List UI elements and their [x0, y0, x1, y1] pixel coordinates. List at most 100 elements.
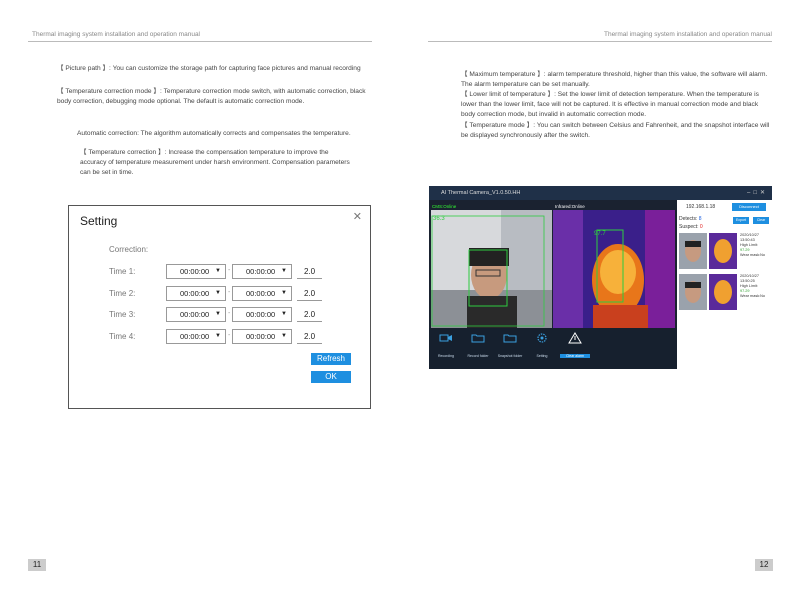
ok-button[interactable]: OK: [311, 371, 351, 383]
header-divider-left: [28, 41, 372, 42]
start-time-select[interactable]: 00:00:00 ▼: [166, 264, 226, 279]
header-left: Thermal imaging system installation and …: [32, 31, 201, 38]
folder-icon: [471, 334, 485, 343]
setting-dialog: Setting ✕ Correction: Time 1: 00:00:00 ▼ …: [68, 205, 371, 409]
header-right: Thermal imaging system installation and …: [603, 31, 772, 38]
close-icon[interactable]: ✕: [760, 190, 768, 196]
correction-mode-paragraph: 【 Temperature correction mode 】: Tempera…: [57, 88, 366, 105]
ip-address: 192.168.1.18: [686, 204, 716, 210]
disconnect-button[interactable]: Disconnect: [732, 203, 766, 211]
capture-details: 2020/10/27 13:50:43 High Limit: 97.29 We…: [740, 233, 765, 258]
gear-icon: [537, 333, 547, 343]
compensation-input[interactable]: 2.0: [297, 286, 322, 301]
visible-camera-image: [431, 210, 552, 328]
range-dash: -: [228, 310, 231, 317]
capture-thumbnails: [679, 233, 737, 269]
dropdown-arrow-icon: ▼: [215, 333, 221, 339]
end-time-select[interactable]: 00:00:00 ▼: [232, 329, 292, 344]
end-time-select[interactable]: 00:00:00 ▼: [232, 307, 292, 322]
dropdown-arrow-icon: ▼: [281, 290, 287, 296]
compensation-input[interactable]: 2.0: [297, 264, 322, 279]
time-label: Time 3:: [109, 310, 136, 319]
detects-label: Detects: 8: [679, 216, 702, 222]
time-row-4: Time 4: 00:00:00 ▼ - 00:00:00 ▼ 2.0: [109, 329, 359, 344]
setting-tool[interactable]: Setting: [527, 332, 557, 358]
end-time-value: 00:00:00: [246, 267, 276, 276]
end-time-value: 00:00:00: [246, 310, 276, 319]
detection-side-panel: 192.168.1.18 Disconnect Detects: 8 Suspe…: [677, 200, 772, 369]
page-number-right: 12: [755, 559, 773, 571]
time-label: Time 1:: [109, 267, 136, 276]
time-row-3: Time 3: 00:00:00 ▼ - 00:00:00 ▼ 2.0: [109, 307, 359, 322]
dropdown-arrow-icon: ▼: [215, 311, 221, 317]
infrared-camera-image: [553, 210, 675, 328]
clear-button[interactable]: Clear: [753, 217, 769, 224]
suspect-text: Suspect:: [679, 224, 699, 230]
end-time-select[interactable]: 00:00:00 ▼: [232, 286, 292, 301]
start-time-value: 00:00:00: [180, 267, 210, 276]
export-button[interactable]: Export: [733, 217, 749, 224]
correction-label: Correction:: [109, 245, 149, 254]
record-folder-tool[interactable]: Record folder: [463, 332, 493, 358]
snapshot-folder-tool[interactable]: Snapshot folder: [495, 332, 525, 358]
dropdown-arrow-icon: ▼: [281, 268, 287, 274]
capture-record-2[interactable]: 2020/10/27 13:50:25 High Limit: 97.29 We…: [679, 274, 770, 312]
video-camera-icon: [439, 334, 452, 342]
detects-count: 8: [698, 216, 702, 222]
range-dash: -: [228, 332, 231, 339]
time-row-1: Time 1: 00:00:00 ▼ - 00:00:00 ▼ 2.0: [109, 264, 359, 279]
compensation-input[interactable]: 2.0: [297, 307, 322, 322]
warning-icon: [568, 332, 582, 344]
maximize-icon[interactable]: □: [753, 190, 760, 196]
tool-label: Clear alarm: [560, 354, 590, 358]
picture-path-paragraph: 【 Picture path 】: You can customize the …: [57, 65, 361, 72]
tool-label: Snapshot folder: [497, 354, 523, 358]
thermal-camera-app-screenshot: AI Thermal Camera_V1.0.50.HH –□✕ CMS:Onl…: [429, 186, 772, 369]
dropdown-arrow-icon: ▼: [215, 268, 221, 274]
start-time-select[interactable]: 00:00:00 ▼: [166, 286, 226, 301]
suspect-count: 0: [699, 224, 703, 230]
header-divider-right: [428, 41, 772, 42]
dropdown-arrow-icon: ▼: [215, 290, 221, 296]
capture-record-1[interactable]: 2020/10/27 13:50:43 High Limit: 97.29 We…: [679, 233, 770, 271]
bottom-toolbar: Recording Record folder Snapshot folder …: [429, 328, 677, 369]
close-icon[interactable]: ✕: [353, 210, 362, 223]
compensation-input[interactable]: 2.0: [297, 329, 322, 344]
time-row-2: Time 2: 00:00:00 ▼ - 00:00:00 ▼ 2.0: [109, 286, 359, 301]
tool-label: Setting: [536, 354, 548, 358]
suspect-label: Suspect: 0: [679, 224, 703, 230]
infrared-camera-view: [553, 210, 675, 328]
automatic-correction-paragraph: Automatic correction: The algorithm auto…: [77, 130, 351, 137]
recording-tool[interactable]: Recording: [431, 332, 461, 358]
infrared-status: Infrared:Online: [555, 204, 585, 209]
folder-icon: [503, 334, 517, 343]
end-time-value: 00:00:00: [246, 289, 276, 298]
range-dash: -: [228, 289, 231, 296]
start-time-select[interactable]: 00:00:00 ▼: [166, 307, 226, 322]
start-time-value: 00:00:00: [180, 289, 210, 298]
time-label: Time 2:: [109, 289, 136, 298]
dropdown-arrow-icon: ▼: [281, 311, 287, 317]
refresh-button[interactable]: Refresh: [311, 353, 351, 365]
detects-text: Detects:: [679, 216, 698, 222]
infrared-temperature: 97.7: [594, 231, 606, 237]
range-dash: -: [228, 267, 231, 274]
time-label: Time 4:: [109, 332, 136, 341]
dropdown-arrow-icon: ▼: [281, 333, 287, 339]
clear-alarm-tool[interactable]: Clear alarm: [560, 332, 590, 358]
cms-temperature: 36.3: [433, 216, 445, 222]
temperature-correction-paragraph: 【 Temperature correction 】: Increase the…: [80, 149, 350, 176]
start-time-select[interactable]: 00:00:00 ▼: [166, 329, 226, 344]
end-time-select[interactable]: 00:00:00 ▼: [232, 264, 292, 279]
capture-mask: Wear mask:No: [740, 294, 766, 298]
temperature-mode-paragraph: 【 Temperature mode 】: You can switch bet…: [461, 122, 770, 139]
capture-details: 2020/10/27 13:50:25 High Limit: 97.29 We…: [740, 274, 765, 299]
dialog-title: Setting: [80, 214, 118, 228]
capture-mask: Wear mask:No: [740, 253, 766, 257]
end-time-value: 00:00:00: [246, 332, 276, 341]
window-controls: –□✕: [747, 186, 768, 200]
page-number-left: 11: [28, 559, 46, 571]
maximum-temperature-paragraph: 【 Maximum temperature 】: alarm temperatu…: [461, 71, 768, 88]
cms-status: CMS:Online: [432, 204, 457, 209]
visible-camera-view: [431, 210, 552, 328]
